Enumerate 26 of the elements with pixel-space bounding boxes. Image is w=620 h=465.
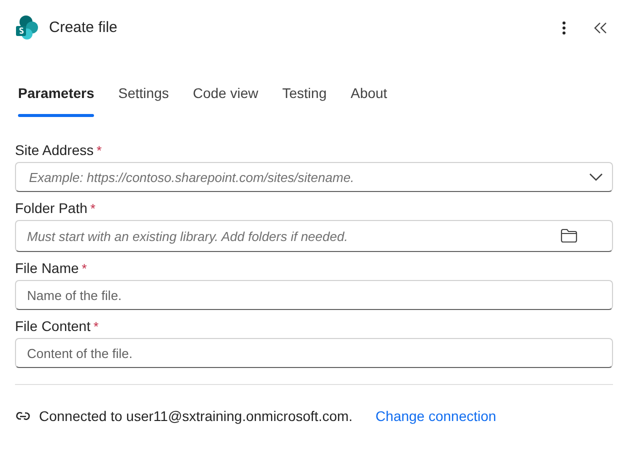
tab[interactable]: Testing xyxy=(282,77,327,118)
tab[interactable]: Settings xyxy=(118,77,169,118)
dropdown-field[interactable]: Example: https://contoso.sharepoint.com/sites/sitename. xyxy=(15,162,613,192)
field-label: File Name xyxy=(15,259,79,278)
field-label: File Content xyxy=(15,317,90,336)
folder-icon[interactable] xyxy=(560,228,578,243)
tab[interactable]: About xyxy=(350,77,388,118)
required-mark: * xyxy=(96,142,102,160)
required-mark: * xyxy=(93,318,99,336)
change-connection-link[interactable]: Change connection xyxy=(376,406,496,426)
more-icon xyxy=(562,21,566,35)
chevron-down-icon xyxy=(589,173,603,181)
sharepoint-logo-icon xyxy=(15,15,39,41)
field-label: Site Address xyxy=(15,141,94,160)
panel-title: Create file xyxy=(49,18,118,38)
required-mark: * xyxy=(82,260,87,278)
double-chevron-left-icon xyxy=(594,22,606,34)
input-field[interactable]: Name of the file. xyxy=(15,280,613,310)
tab[interactable]: Parameters xyxy=(18,77,94,118)
input-field[interactable]: Must start with an existing library. Add folders if needed. xyxy=(15,220,613,252)
required-mark: * xyxy=(90,200,96,218)
tab[interactable]: Code view xyxy=(192,77,258,118)
link-icon xyxy=(15,410,31,422)
input-field[interactable]: Content of the file. xyxy=(15,338,613,368)
connection-text: Connected to user11@sxtraining.onmicrosoft.com. xyxy=(39,406,353,426)
field-label: Folder Path xyxy=(15,199,88,218)
